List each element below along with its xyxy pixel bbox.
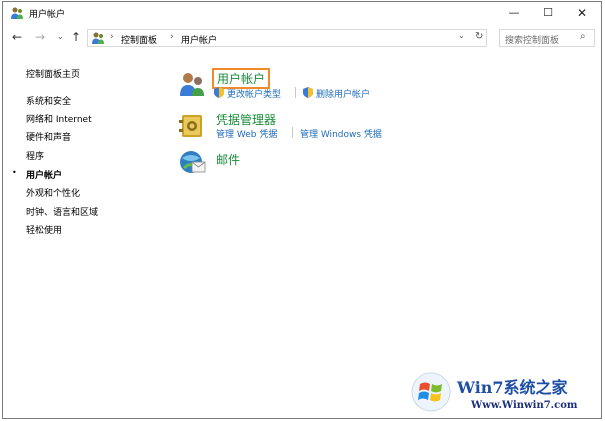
breadcrumb-separator[interactable]: ›	[170, 32, 174, 42]
breadcrumb-separator: ›	[110, 32, 114, 42]
mail-icon[interactable]	[178, 148, 206, 176]
sidebar-item-appearance[interactable]: 外观和个性化	[26, 186, 80, 199]
active-bullet-icon: •	[12, 168, 17, 177]
watermark-url: Www.Winwin7.com	[471, 400, 578, 411]
sidebar-item-ease-of-access[interactable]: 轻松使用	[26, 223, 62, 236]
sidebar-item-home[interactable]: 控制面板主页	[26, 67, 80, 80]
user-accounts-icon	[11, 7, 23, 19]
search-box[interactable]: 搜索控制面板 ⌕	[499, 29, 595, 47]
breadcrumb-user-accounts[interactable]: 用户帐户	[181, 33, 217, 46]
control-panel-icon	[92, 32, 104, 44]
delete-user-account-link[interactable]: 删除用户帐户	[316, 87, 370, 100]
refresh-icon[interactable]: ↻	[475, 31, 483, 42]
watermark: Win7系统之家 Www.Winwin7.com	[411, 372, 601, 420]
search-icon[interactable]: ⌕	[580, 31, 586, 42]
forward-arrow-icon[interactable]: →	[35, 30, 45, 44]
window-title: 用户帐户	[29, 10, 66, 20]
credential-manager-icon[interactable]	[178, 111, 206, 139]
address-bar[interactable]: › 控制面板 › 用户帐户 ⌄ ↻	[87, 29, 487, 47]
category-title-user-accounts[interactable]: 用户帐户	[212, 68, 271, 89]
address-dropdown-chevron-icon[interactable]: ⌄	[458, 31, 465, 40]
recent-locations-chevron-icon[interactable]: ⌄	[57, 32, 64, 41]
change-account-type-link[interactable]: 更改帐户类型	[227, 87, 281, 100]
uac-shield-icon	[303, 87, 313, 98]
category-title-credential-manager[interactable]: 凭据管理器	[216, 111, 276, 128]
search-placeholder: 搜索控制面板	[505, 36, 560, 46]
sidebar-item-hardware[interactable]: 硬件和声音	[26, 130, 71, 143]
maximize-button[interactable]: ☐	[533, 2, 563, 24]
category-title-mail[interactable]: 邮件	[216, 151, 240, 168]
sidebar-item-clock-language[interactable]: 时钟、语言和区域	[26, 205, 98, 218]
sidebar-item-network[interactable]: 网络和 Internet	[26, 112, 92, 125]
back-arrow-icon[interactable]: ←	[12, 30, 22, 44]
uac-shield-icon	[214, 87, 224, 98]
watermark-title: Win7系统之家	[457, 378, 568, 397]
link-divider	[295, 87, 296, 98]
control-panel-window: 用户帐户 — ☐ ✕ ← → ⌄ ↑ › 控制面板 › 用户帐户 ⌄ ↻ 搜索控…	[2, 1, 602, 419]
close-button[interactable]: ✕	[567, 2, 597, 24]
windows-logo-icon	[411, 372, 451, 412]
sidebar-item-system-security[interactable]: 系统和安全	[26, 94, 71, 107]
user-accounts-icon[interactable]	[178, 70, 206, 98]
minimize-button[interactable]: —	[499, 2, 529, 24]
up-arrow-icon[interactable]: ↑	[71, 30, 81, 44]
title-bar: 用户帐户 — ☐ ✕	[3, 2, 601, 24]
breadcrumb-control-panel[interactable]: 控制面板	[121, 33, 157, 46]
manage-web-credentials-link[interactable]: 管理 Web 凭据	[216, 127, 277, 140]
sidebar-item-programs[interactable]: 程序	[26, 149, 44, 162]
sidebar-item-user-accounts[interactable]: 用户帐户	[26, 168, 62, 181]
navigation-bar: ← → ⌄ ↑ › 控制面板 › 用户帐户 ⌄ ↻ 搜索控制面板 ⌕	[3, 26, 601, 50]
link-divider	[292, 127, 293, 138]
manage-windows-credentials-link[interactable]: 管理 Windows 凭据	[300, 127, 382, 140]
